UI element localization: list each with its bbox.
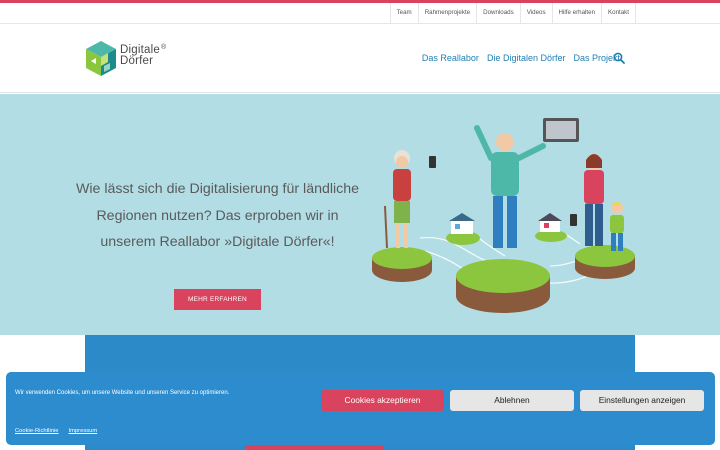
topnav-videos[interactable]: Videos (519, 3, 552, 24)
logo-cube-icon (86, 41, 116, 76)
site-logo[interactable]: Digitale Dörfer ® (84, 39, 174, 79)
island-right (575, 245, 635, 279)
topnav-downloads[interactable]: Downloads (476, 3, 520, 24)
hero-section: Wie lässt sich die Digitalisierung für l… (0, 94, 720, 335)
cookie-policy-link[interactable]: Cookie-Richtlinie (15, 428, 59, 434)
child-figure (610, 202, 624, 251)
topnav-rahmenprojekte[interactable]: Rahmenprojekte (417, 3, 476, 24)
logo-registered-mark: ® (161, 44, 167, 51)
more-info-button[interactable]: MEHR ERFAHREN (174, 289, 261, 310)
imprint-link[interactable]: Impressum (69, 428, 98, 434)
search-icon[interactable] (613, 52, 625, 64)
site-header: Digitale Dörfer ® Das Reallabor Die Digi… (0, 24, 720, 93)
hero-illustration (372, 118, 635, 313)
man-figure (474, 118, 579, 248)
cookie-message: Wir verwenden Cookies, um unsere Website… (15, 390, 230, 396)
nav-das-reallabor[interactable]: Das Reallabor (418, 53, 483, 63)
hero-headline: Wie lässt sich die Digitalisierung für l… (75, 181, 360, 251)
topnav-team[interactable]: Team (389, 3, 418, 24)
secondary-nav: Team Rahmenprojekte Downloads Videos Hil… (389, 3, 636, 24)
accept-cookies-button[interactable]: Cookies akzeptieren (321, 390, 444, 411)
house-right (535, 213, 567, 242)
cookie-banner: Wir verwenden Cookies, um unsere Website… (6, 372, 715, 445)
logo-line2: Dörfer (120, 55, 154, 67)
grandmother-figure (384, 150, 436, 249)
logo-wordmark: Digitale Dörfer ® (120, 44, 166, 67)
main-nav: Das Reallabor Die Digitalen Dörfer Das P… (418, 53, 624, 63)
deny-cookies-button[interactable]: Ablehnen (450, 390, 574, 411)
house-left (446, 213, 480, 245)
cookie-links: Cookie-Richtlinie Impressum (15, 428, 97, 434)
nav-die-digitalen-doerfer[interactable]: Die Digitalen Dörfer (483, 53, 570, 63)
cookie-settings-button[interactable]: Einstellungen anzeigen (580, 390, 704, 411)
island-center (456, 259, 550, 313)
topnav-kontakt[interactable]: Kontakt (601, 3, 636, 24)
woman-figure (570, 154, 604, 246)
top-bar: Team Rahmenprojekte Downloads Videos Hil… (0, 3, 720, 24)
topnav-hilfe[interactable]: Hilfe erhalten (551, 3, 601, 24)
island-left (372, 247, 432, 282)
